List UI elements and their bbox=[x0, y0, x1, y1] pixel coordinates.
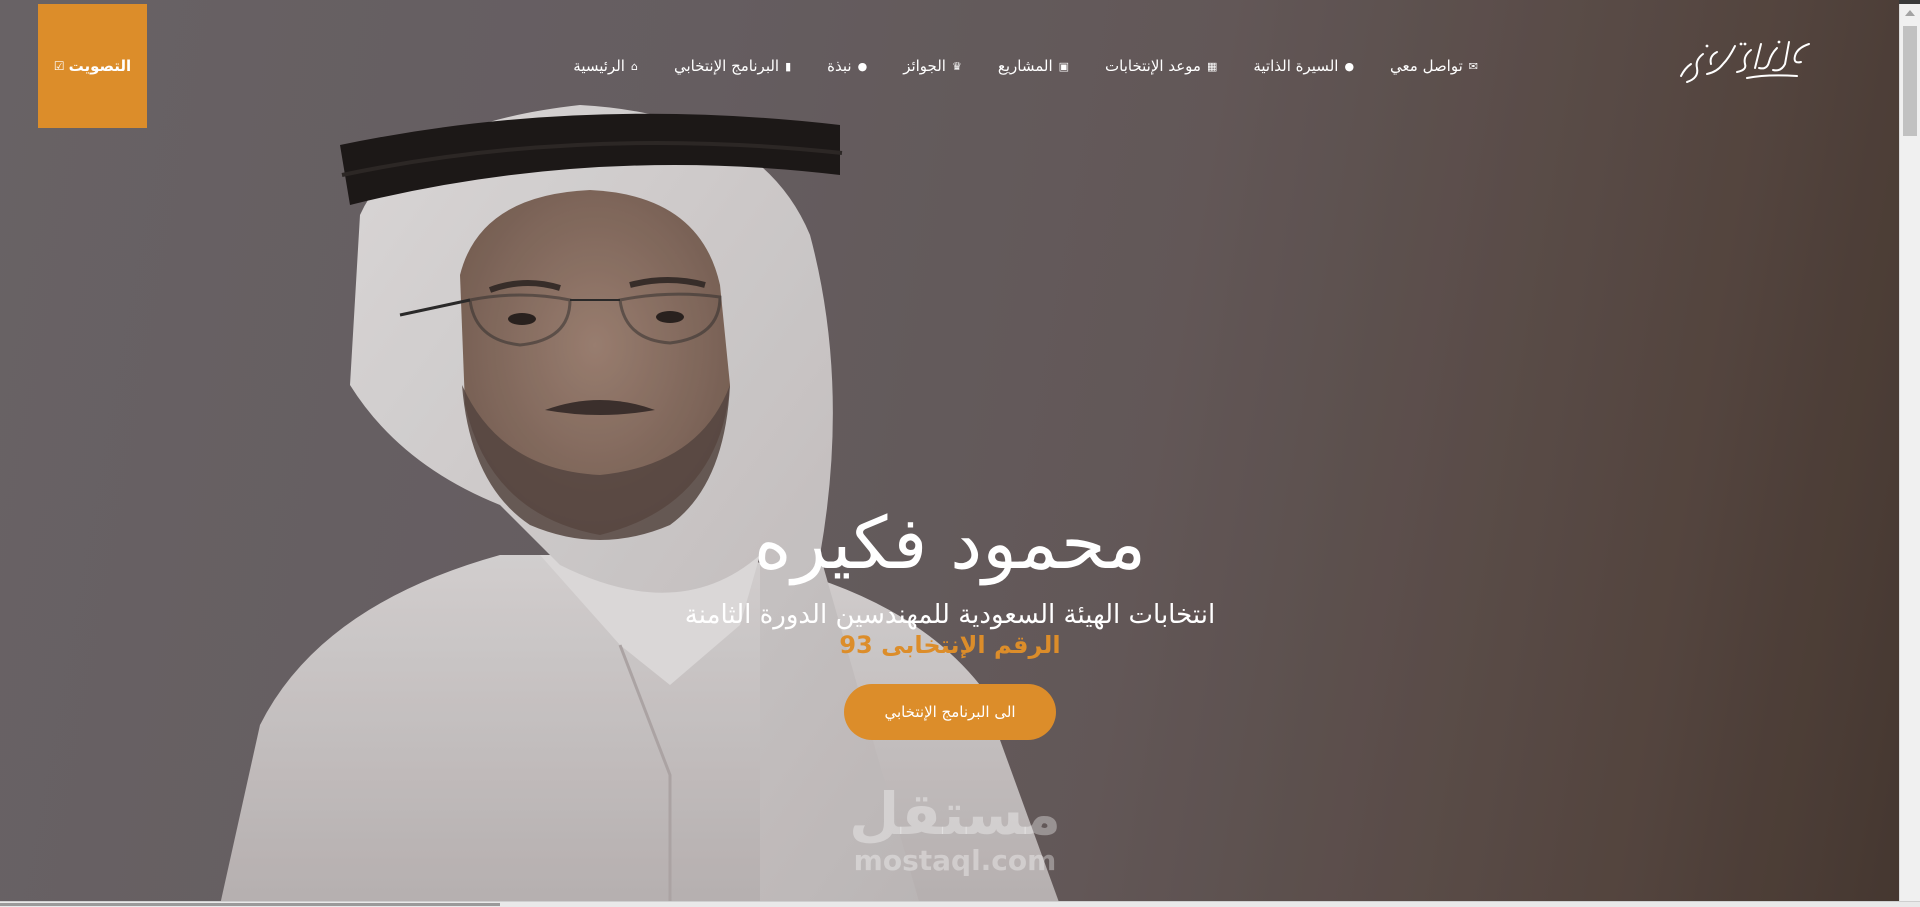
watermark-arabic: مستقل bbox=[848, 780, 1062, 848]
vote-button[interactable]: التصويت ☑ bbox=[38, 4, 147, 128]
page-viewport: التصويت ☑ ⌂ الرئيسية ▮ البرنامج الإنتخاب… bbox=[0, 0, 1899, 901]
nav-item-label: تواصل معي bbox=[1390, 57, 1463, 75]
user-icon: ● bbox=[857, 59, 868, 73]
horizontal-scrollbar[interactable] bbox=[0, 901, 1920, 907]
nav-item-cv[interactable]: ● السيرة الذاتية bbox=[1235, 57, 1372, 75]
nav-item-home[interactable]: ⌂ الرئيسية bbox=[555, 57, 656, 75]
nav-item-label: البرنامج الإنتخابي bbox=[673, 57, 780, 75]
nav-item-label: نبذة bbox=[827, 57, 852, 75]
nav-item-label: موعد الإنتخابات bbox=[1105, 57, 1201, 75]
vote-button-label: التصويت bbox=[68, 57, 132, 75]
nav-item-projects[interactable]: ▣ المشاريع bbox=[980, 57, 1087, 75]
envelope-icon: ✉ bbox=[1468, 59, 1478, 73]
mostaql-watermark: مستقل mostaql.com bbox=[830, 782, 1080, 892]
hero-subtitle: انتخابات الهيئة السعودية للمهندسين الدور… bbox=[684, 600, 1216, 630]
hero-name: محمود فكيره bbox=[753, 501, 1147, 585]
nav-item-about[interactable]: ● نبذة bbox=[809, 57, 885, 75]
nav-item-election-date[interactable]: ▦ موعد الإنتخابات bbox=[1087, 57, 1235, 75]
nav-item-label: السيرة الذاتية bbox=[1253, 57, 1339, 75]
watermark-latin: mostaql.com bbox=[853, 844, 1057, 877]
nav-item-label: المشاريع bbox=[997, 57, 1053, 75]
program-cta-button[interactable]: الى البرنامج الإنتخابي bbox=[844, 684, 1056, 740]
image-icon: ▣ bbox=[1058, 59, 1070, 73]
nav-item-label: الجوائز bbox=[903, 57, 946, 75]
scrollbar-thumb[interactable] bbox=[1903, 26, 1917, 136]
election-number: الرقم الإنتخابى 93 bbox=[839, 631, 1061, 659]
top-navigation: التصويت ☑ ⌂ الرئيسية ▮ البرنامج الإنتخاب… bbox=[0, 4, 1899, 128]
hero-overlay bbox=[0, 0, 1899, 901]
vertical-scrollbar[interactable] bbox=[1899, 4, 1920, 901]
book-icon: ▮ bbox=[785, 59, 792, 73]
nav-item-program[interactable]: ▮ البرنامج الإنتخابي bbox=[656, 57, 809, 75]
nav-menu: ⌂ الرئيسية ▮ البرنامج الإنتخابي ● نبذة ♛… bbox=[555, 4, 1496, 128]
program-cta-label: الى البرنامج الإنتخابي bbox=[884, 703, 1016, 721]
user-icon: ● bbox=[1344, 59, 1355, 73]
trophy-icon: ♛ bbox=[951, 59, 962, 73]
nav-item-awards[interactable]: ♛ الجوائز bbox=[885, 57, 980, 75]
nav-item-label: الرئيسية bbox=[573, 57, 625, 75]
horizontal-scrollbar-thumb[interactable] bbox=[0, 903, 500, 906]
home-icon: ⌂ bbox=[630, 59, 638, 73]
calendar-icon: ▦ bbox=[1206, 59, 1218, 73]
check-square-icon: ☑ bbox=[53, 59, 65, 73]
signature-logo[interactable] bbox=[1677, 34, 1817, 94]
nav-item-contact[interactable]: ✉ تواصل معي bbox=[1372, 57, 1496, 75]
scroll-up-arrow-icon[interactable] bbox=[1905, 10, 1915, 16]
